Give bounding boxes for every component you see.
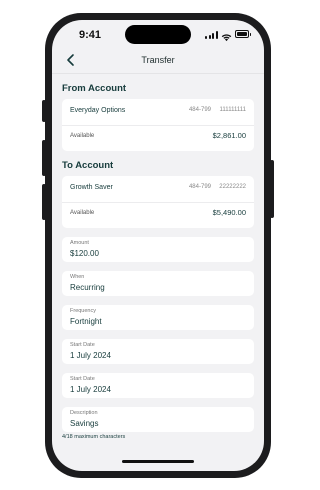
to-available-balance: $5,490.00 [212,208,246,217]
from-account-heading: From Account [62,83,127,94]
when-value: Recurring [70,283,105,292]
status-bar: 9:41 [52,20,264,50]
start-date-value: 1 July 2024 [70,351,111,360]
amount-value: $120.00 [70,249,99,258]
from-account-bsb: 484-799 [188,107,211,113]
page-title: Transfer [141,55,175,65]
amount-field[interactable]: Amount $120.00 [62,237,254,262]
to-account-number: 22222222 [219,184,246,190]
nav-bar: Transfer [52,50,264,74]
start-date-field[interactable]: Start Date 1 July 2024 [62,339,254,364]
description-label: Description [70,410,98,416]
when-field[interactable]: When Recurring [62,271,254,296]
from-available-label: Available [70,133,95,139]
start-date-label-2: Start Date [70,376,95,382]
divider [62,125,254,126]
description-value: Savings [70,419,99,428]
to-account-card[interactable]: Growth Saver 484-799 22222222 Available … [62,176,254,228]
description-helper-text: 4/18 maximum characters [62,434,126,440]
phone-screen: 9:41 Transfer From Account Everyday Opti… [52,20,264,471]
to-account-name: Growth Saver [70,184,113,191]
wifi-icon [221,29,232,42]
when-label: When [70,274,85,280]
frequency-label: Frequency [70,308,96,314]
status-time: 9:41 [79,29,102,41]
to-account-bsb: 484-799 [188,184,211,190]
start-date-label: Start Date [70,342,95,348]
to-available-label: Available [70,210,95,216]
description-field[interactable]: Description Savings [62,407,254,432]
dynamic-island [125,25,191,44]
start-date-field-2[interactable]: Start Date 1 July 2024 [62,373,254,398]
from-account-name: Everyday Options [70,107,126,114]
from-account-number: 111111111 [219,107,246,113]
battery-icon [235,30,251,38]
amount-label: Amount [70,240,89,246]
start-date-value-2: 1 July 2024 [70,385,111,394]
divider [62,202,254,203]
from-available-balance: $2,861.00 [212,131,246,140]
from-account-card[interactable]: Everyday Options 484-799 111111111 Avail… [62,99,254,151]
to-account-heading: To Account [62,160,114,171]
frequency-field[interactable]: Frequency Fortnight [62,305,254,330]
home-indicator[interactable] [122,460,194,463]
cellular-signal-icon [205,31,218,39]
frequency-value: Fortnight [70,317,102,326]
